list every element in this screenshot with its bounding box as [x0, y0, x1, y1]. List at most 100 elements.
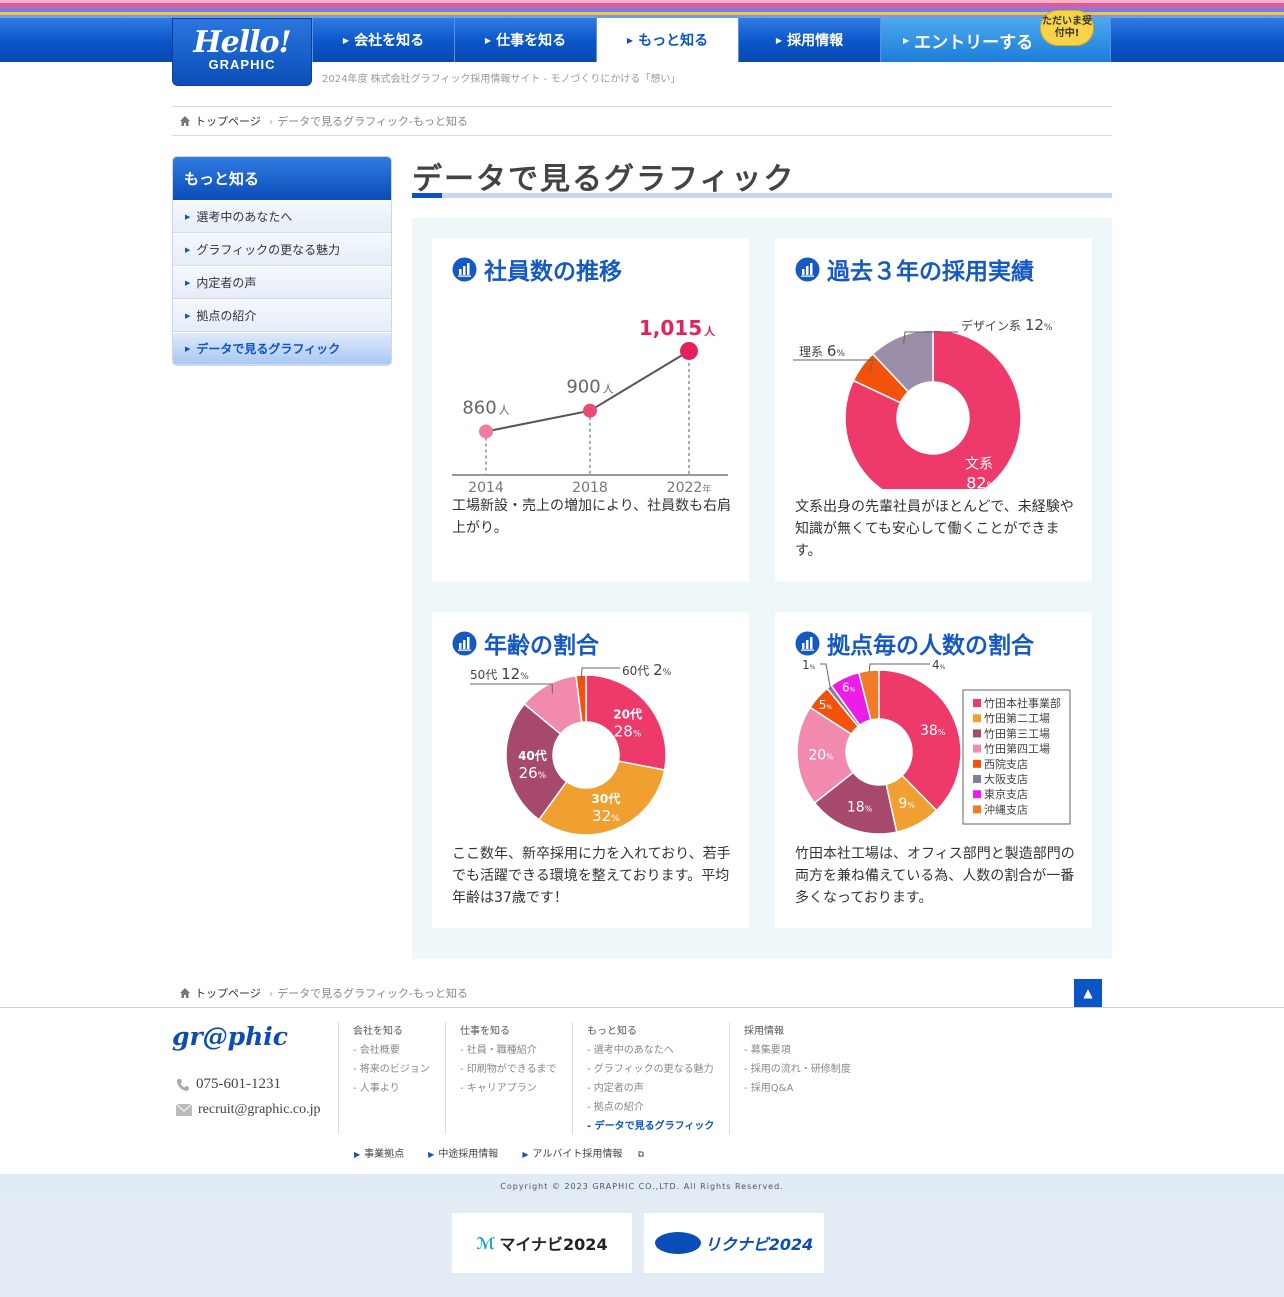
legend-swatch [973, 805, 981, 814]
footer-link[interactable]: - 拠点の紹介 [587, 1098, 714, 1117]
slice-value: 26 [519, 764, 538, 782]
percent-unit: % [938, 728, 946, 737]
sidebar-item-locations[interactable]: ▶ 拠点の紹介 [173, 299, 391, 332]
mynavi-banner[interactable]: ℳ マイナビ2024 [452, 1213, 632, 1273]
slice-value: 1 [802, 660, 810, 672]
footer-link[interactable]: - 採用の流れ・研修制度 [744, 1060, 851, 1079]
triangle-icon: ▶ [185, 245, 191, 254]
footer-col-heading[interactable]: 採用情報 [744, 1022, 851, 1041]
footer-link[interactable]: - グラフィックの更なる魅力 [587, 1060, 714, 1079]
percent-unit: % [940, 664, 946, 671]
footer-col-heading[interactable]: もっと知る [587, 1022, 714, 1041]
home-icon [180, 116, 190, 126]
x-tick-label: 2022年 [667, 480, 712, 493]
card-title-text: 拠点毎の人数の割合 [827, 633, 1034, 659]
footer-phone: 075-601-1231 [176, 1076, 281, 1093]
slice-name: 理系 [799, 345, 827, 359]
footer-link[interactable]: - 会社概要 [353, 1041, 430, 1060]
sidebar-item-voices[interactable]: ▶ 内定者の声 [173, 266, 391, 299]
link-label: アルバイト採用情報 [532, 1149, 623, 1160]
triangle-icon: ▶ [185, 212, 191, 221]
footer-link-locations[interactable]: ▶ 事業拠点 [354, 1145, 416, 1160]
footer-link-current[interactable]: - データで見るグラフィック [587, 1117, 714, 1136]
nav-recruit[interactable]: ▶ 採用情報 [738, 18, 880, 62]
legend-swatch [973, 759, 981, 768]
legend-swatch [973, 790, 981, 799]
footer-link[interactable]: - 内定者の声 [587, 1079, 714, 1098]
breadcrumb-separator: › [268, 986, 274, 1000]
slice-value: 5 [819, 698, 827, 712]
nav-work[interactable]: ▶ 仕事を知る [454, 18, 596, 62]
footer-col-heading[interactable]: 仕事を知る [460, 1022, 557, 1041]
legend-label: 沖縄支店 [984, 802, 1028, 816]
footer-link[interactable]: - キャリアプラン [460, 1079, 557, 1098]
footer-col-recruit: 採用情報 - 募集要項 - 採用の流れ・研修制度 - 採用Q&A [729, 1022, 851, 1134]
chart-icon [452, 631, 477, 655]
triangle-icon: ▶ [185, 311, 191, 320]
slice-value: 4 [932, 660, 940, 672]
triangle-icon: ▶ [484, 35, 492, 45]
rikunabi-banner[interactable]: リクナビ2024 [644, 1213, 824, 1273]
nav-company[interactable]: ▶ 会社を知る [312, 18, 454, 62]
sidebar-item-selection[interactable]: ▶ 選考中のあなたへ [173, 200, 391, 233]
legend-label: 竹田第四工場 [984, 742, 1050, 756]
site-logo[interactable]: Hello! GRAPHIC [172, 18, 312, 86]
slice-value: 6 [827, 342, 837, 360]
percent-unit: % [826, 704, 832, 711]
footer-link[interactable]: - 募集要項 [744, 1041, 851, 1060]
percent-unit: % [520, 672, 529, 682]
card-description: 竹田本社工場は、オフィス部門と製造部門の両方を兼ね備えている為、人数の割合が一番… [795, 846, 1075, 906]
breadcrumb-separator: › [268, 114, 274, 128]
breadcrumb-home-link[interactable]: トップページ [195, 113, 261, 129]
footer-link[interactable]: - 選考中のあなたへ [587, 1041, 714, 1060]
x-tick-label: 2018 [572, 480, 608, 493]
slice-name: 60代 [622, 664, 653, 678]
external-window-icon: ⧉ [637, 1150, 644, 1160]
footer-link[interactable]: - 人事より [353, 1079, 430, 1098]
footer-banner-area [0, 1198, 1284, 1297]
page-top-button[interactable]: ▲ [1074, 979, 1102, 1007]
card-hiring: 過去３年の採用実績 文系 82% 理系 6% デザイン系 12% 文系出身の先輩社員が… [775, 238, 1092, 581]
footer-link[interactable]: - 印刷物ができるまで [460, 1060, 557, 1079]
percent-unit: % [836, 349, 845, 359]
slice-value: 38 [920, 723, 938, 739]
copyright: Copyright © 2023 GRAPHIC CO.,LTD. All Ri… [0, 1174, 1284, 1198]
sidebar-item-label: 内定者の声 [196, 276, 257, 290]
slice-name: 30代 [592, 791, 621, 806]
nav-label: もっと知る [638, 33, 709, 49]
slice-value: 28 [614, 723, 633, 741]
nav-more[interactable]: ▶ もっと知る [596, 18, 738, 62]
email-address[interactable]: recruit@graphic.co.jp [198, 1102, 321, 1118]
triangle-icon: ▶ [185, 278, 191, 287]
page-title: データで見るグラフィック [412, 162, 796, 197]
legend-label: 竹田本社事業部 [984, 696, 1061, 710]
link-label: 事業拠点 [364, 1149, 405, 1160]
triangle-icon: ▶ [342, 35, 350, 45]
locations-donut-chart: 38%9%18%20%5%6%1% 4%竹田本社事業部竹田第二工場竹田第三工場竹田… [796, 660, 1071, 835]
breadcrumb-current: データで見るグラフィック-もっと知る [277, 115, 468, 128]
footer-link-midcareer[interactable]: ▶ 中途採用情報 [428, 1145, 510, 1160]
footer-link[interactable]: - 採用Q&A [744, 1079, 851, 1098]
leader-line [820, 663, 831, 689]
title-underline [412, 193, 1112, 198]
slice-value: 18 [847, 800, 865, 816]
sidebar-item-data[interactable]: ▶ データで見るグラフィック [173, 332, 391, 365]
footer-col-heading[interactable]: 会社を知る [353, 1022, 430, 1041]
footer-link[interactable]: - 社員・職種紹介 [460, 1041, 557, 1060]
sidebar-item-appeal[interactable]: ▶ グラフィックの更なる魅力 [173, 233, 391, 266]
triangle-icon: ▶ [428, 1150, 435, 1159]
legend-swatch [973, 744, 981, 753]
x-tick-label: 2014 [468, 480, 504, 493]
card-age: 年齢の割合 20代 28% 30代 32% 40代 26% 50代 12% 60代 2% ここ… [432, 612, 749, 928]
breadcrumb-home-link[interactable]: トップページ [195, 985, 261, 1001]
slice-label: 60代 2% [622, 661, 672, 679]
percent-unit: % [850, 687, 856, 694]
card-title: 拠点毎の人数の割合 [795, 626, 1034, 660]
footer-link-parttime[interactable]: ▶ アルバイト採用情報 ⧉ [522, 1145, 656, 1160]
data-panel: 社員数の推移 2014 2018 2022年 860 人 900 人 1,015 人 工場新設・… [412, 218, 1112, 959]
footer-link[interactable]: - 将来のビジョン [353, 1060, 430, 1079]
legend-swatch [973, 729, 981, 738]
breadcrumb-current: データで見るグラフィック-もっと知る [277, 987, 468, 1000]
percent-unit: % [633, 730, 642, 740]
footer-logo[interactable]: gr@phic [172, 1022, 288, 1051]
